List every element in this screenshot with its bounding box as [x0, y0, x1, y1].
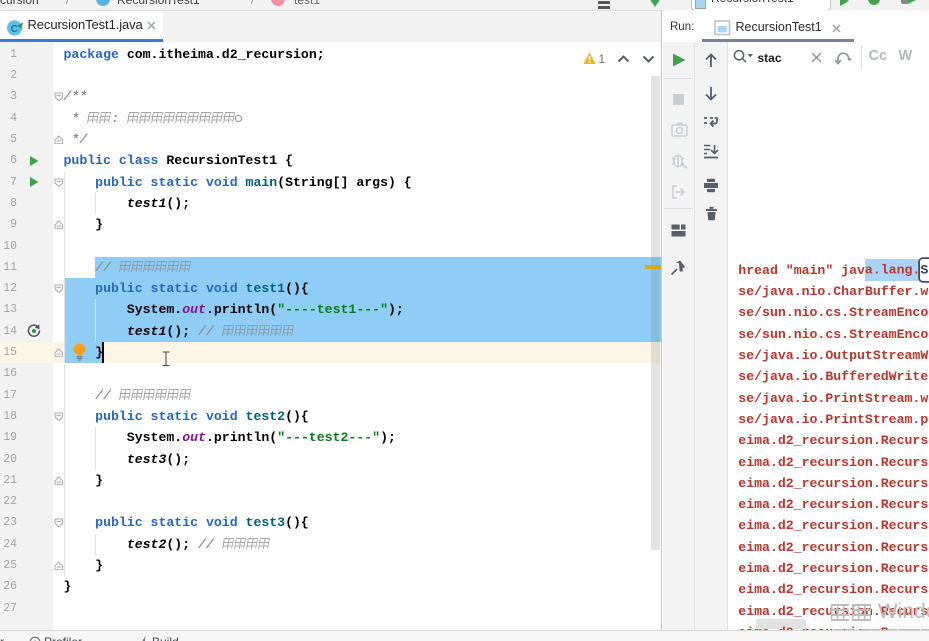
- svg-text:C: C: [11, 24, 18, 35]
